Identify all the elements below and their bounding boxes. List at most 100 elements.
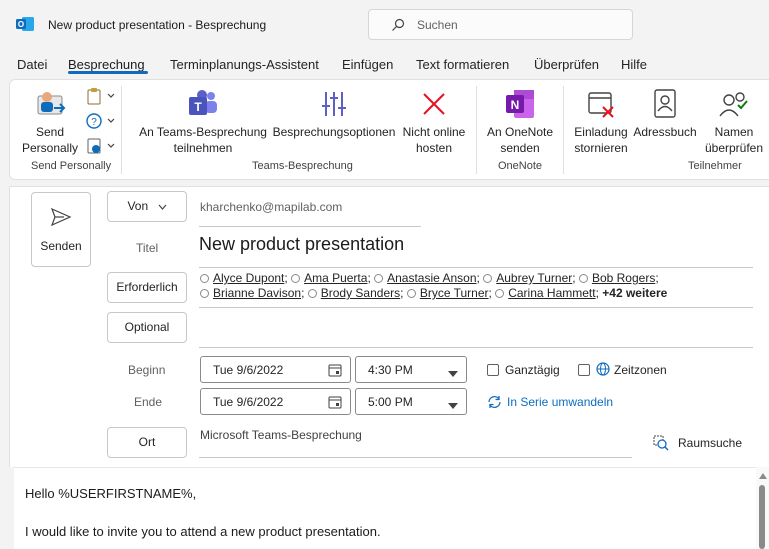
end-date-picker[interactable]: Tue 9/6/2022 <box>200 388 351 415</box>
room-finder-icon[interactable] <box>653 435 669 454</box>
all-day-checkbox[interactable] <box>487 364 499 376</box>
end-time-dropdown[interactable]: 5:00 PM <box>355 388 467 415</box>
from-email: kharchenko@mapilab.com <box>200 200 343 214</box>
location-button[interactable]: Ort <box>107 427 187 458</box>
calendar-cancel-icon <box>568 88 634 124</box>
optional-attendees-field[interactable] <box>199 312 753 346</box>
cancel-invitation-button[interactable]: Einladung stornieren <box>568 88 634 156</box>
attendee[interactable]: Brody Sanders; <box>307 286 403 300</box>
address-book-icon <box>632 88 698 124</box>
start-time-dropdown[interactable]: 4:30 PM <box>355 356 467 383</box>
tab-format-text[interactable]: Text formatieren <box>416 57 509 72</box>
subject-label: Titel <box>136 241 159 255</box>
from-button[interactable]: Von <box>107 191 187 222</box>
optional-label: Optional <box>124 320 170 334</box>
presence-icon <box>406 289 416 298</box>
attendee[interactable]: Ama Puerta; <box>291 271 371 285</box>
subject-input[interactable]: New product presentation <box>199 234 404 255</box>
help-question-icon[interactable]: ? <box>86 112 116 132</box>
make-recurring-link[interactable]: In Serie umwandeln <box>507 395 613 409</box>
scrollbar-thumb[interactable] <box>759 485 765 549</box>
location-input[interactable]: Microsoft Teams-Besprechung <box>200 428 362 442</box>
recurrence-icon[interactable] <box>487 395 502 412</box>
group-label-send-personally: Send Personally <box>31 160 112 172</box>
location-label: Ort <box>138 435 156 449</box>
meeting-options-label: Besprechungsoptionen <box>272 125 396 139</box>
tab-meeting[interactable]: Besprechung <box>68 57 145 72</box>
outlook-app-icon: O <box>16 16 34 32</box>
send-button[interactable]: Senden <box>31 192 91 267</box>
start-date-picker[interactable]: Tue 9/6/2022 <box>200 356 351 383</box>
onenote-button[interactable]: N An OneNote senden <box>484 88 556 156</box>
address-book-label: Adressbuch <box>633 125 697 139</box>
template-icon[interactable] <box>86 137 116 157</box>
paste-options-icon[interactable] <box>86 87 116 107</box>
required-attendees-field[interactable]: Alyce Dupont; Ama Puerta; Anastasie Anso… <box>200 271 750 301</box>
required-label: Erforderlich <box>116 280 178 294</box>
onenote-label-1: An OneNote <box>486 125 554 139</box>
attendee[interactable]: Bob Rogers; <box>578 271 659 285</box>
attendee[interactable]: Aubrey Turner; <box>483 271 576 285</box>
presence-icon <box>200 289 209 298</box>
check-names-icon <box>701 88 767 124</box>
search-box[interactable]: Suchen <box>368 9 633 40</box>
sliders-icon <box>270 88 398 124</box>
from-label: Von <box>127 199 149 213</box>
calendar-icon[interactable] <box>328 395 342 412</box>
tab-scheduling-assistant[interactable]: Terminplanungs-Assistent <box>170 57 319 72</box>
send-personally-label-2: Personally <box>21 141 79 155</box>
attendee[interactable]: Brianne Davison; <box>200 286 304 300</box>
send-personally-label-1: Send <box>35 125 65 139</box>
body-greeting: Hello %USERFIRSTNAME%, <box>25 486 197 501</box>
end-date: Tue 9/6/2022 <box>213 395 284 409</box>
end-time: 5:00 PM <box>368 395 413 409</box>
svg-text:O: O <box>18 20 24 29</box>
address-book-button[interactable]: Adressbuch <box>632 88 698 140</box>
teams-meeting-button[interactable]: T An Teams-Besprechung teilnehmen <box>139 88 267 156</box>
group-label-teams: Teams-Besprechung <box>252 160 353 172</box>
from-underline <box>199 226 421 227</box>
meeting-options-button[interactable]: Besprechungsoptionen <box>270 88 398 140</box>
svg-text:?: ? <box>91 117 97 128</box>
send-personally-icon <box>20 88 80 124</box>
attendee[interactable]: Carina Hammett; <box>495 286 599 300</box>
not-online-button[interactable]: Nicht online hosten <box>398 88 470 156</box>
tab-insert[interactable]: Einfügen <box>342 57 393 72</box>
group-label-attendees: Teilnehmer <box>688 160 742 172</box>
required-underline <box>199 307 753 308</box>
attendee[interactable]: Alyce Dupont; <box>200 271 288 285</box>
timezones-label: Zeitzonen <box>614 363 667 377</box>
start-label: Beginn <box>128 363 166 377</box>
onenote-icon: N <box>484 88 556 124</box>
attendee[interactable]: Anastasie Anson; <box>374 271 480 285</box>
tab-file[interactable]: Datei <box>17 57 47 72</box>
svg-text:N: N <box>511 98 520 112</box>
scroll-up-arrow-icon[interactable] <box>759 473 767 479</box>
more-attendees-link[interactable]: +42 weitere <box>602 286 667 300</box>
required-attendees-button[interactable]: Erforderlich <box>107 272 187 303</box>
presence-icon <box>291 274 301 283</box>
tab-help[interactable]: Hilfe <box>621 57 647 72</box>
check-names-label-2: überprüfen <box>704 141 764 155</box>
tab-review[interactable]: Überprüfen <box>534 57 599 72</box>
room-finder-label[interactable]: Raumsuche <box>678 436 742 450</box>
presence-icon <box>483 274 493 283</box>
send-personally-button[interactable]: Send Personally <box>20 88 80 156</box>
all-day-label: Ganztägig <box>505 363 560 377</box>
check-names-label-1: Namen <box>714 125 754 139</box>
presence-icon <box>200 274 209 283</box>
group-label-onenote: OneNote <box>498 160 543 172</box>
calendar-icon[interactable] <box>328 363 342 380</box>
check-names-button[interactable]: Namen überprüfen <box>701 88 767 156</box>
dropdown-arrow-icon <box>448 366 458 380</box>
optional-attendees-button[interactable]: Optional <box>107 312 187 343</box>
ribbon-separator <box>476 86 477 174</box>
timezones-checkbox[interactable] <box>578 364 590 376</box>
attendee[interactable]: Bryce Turner; <box>406 286 492 300</box>
not-online-label-2: hosten <box>415 141 453 155</box>
presence-icon <box>374 274 384 283</box>
presence-icon <box>578 274 588 283</box>
title-bar: O New product presentation - Besprechung… <box>0 0 769 50</box>
cancel-invitation-label-1: Einladung <box>574 125 628 139</box>
presence-icon <box>495 289 505 298</box>
